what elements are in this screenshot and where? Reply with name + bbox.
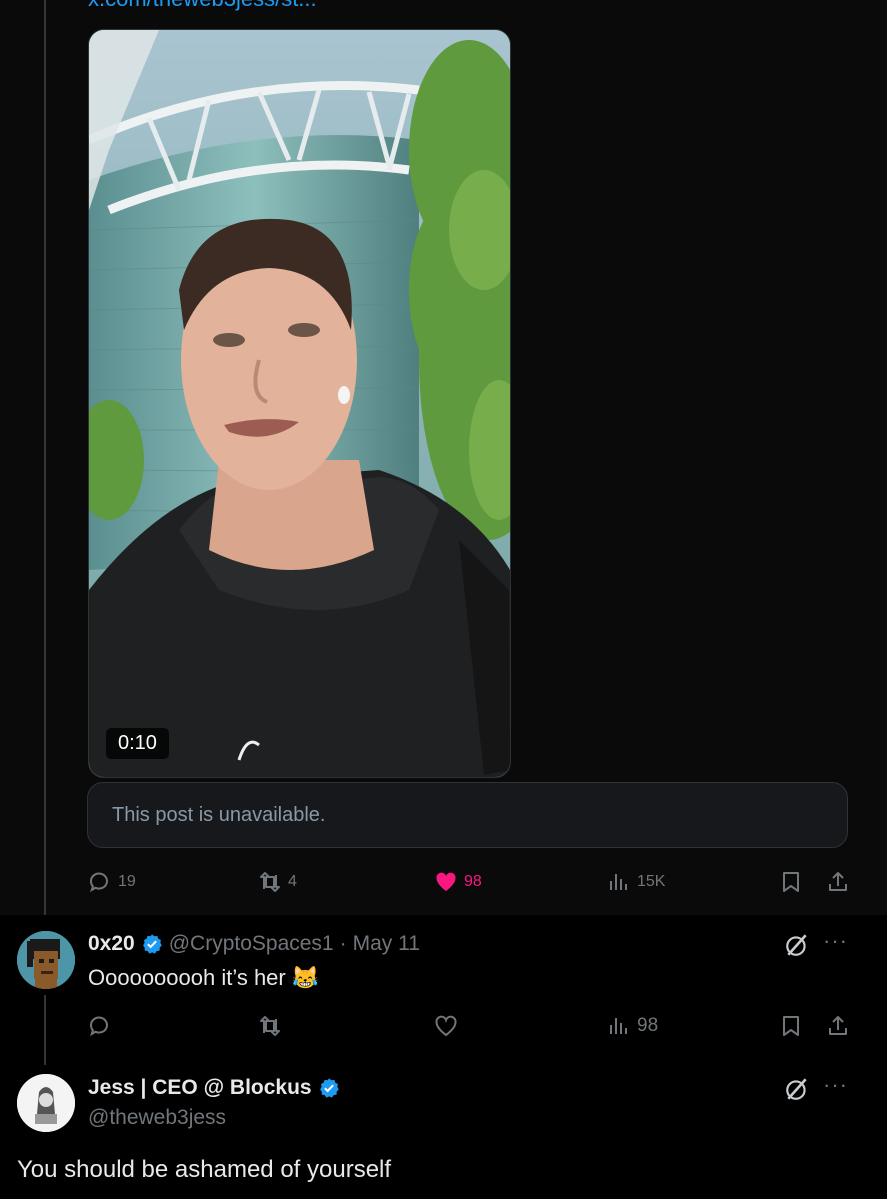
verified-icon: [142, 934, 162, 954]
views-icon: [610, 874, 627, 890]
reply-icon: [90, 1016, 108, 1037]
views-count: 15K: [637, 873, 666, 890]
reply-share-button[interactable]: [826, 1014, 850, 1038]
verified-icon: [319, 1078, 339, 1098]
quoted-post-unavailable: This post is unavailable.: [87, 782, 848, 848]
third-text: You should be ashamed of yourself: [17, 1156, 392, 1183]
sketch-avatar-image: [17, 1074, 75, 1132]
more-icon[interactable]: ···: [823, 928, 848, 954]
reply-header: 0x20 @CryptoSpaces1 · May 11: [88, 932, 420, 956]
reply-views-button[interactable]: 98: [607, 1014, 658, 1038]
like-count: 98: [464, 873, 482, 890]
repost-icon: [260, 1016, 280, 1036]
avatar-theweb3jess[interactable]: [17, 1074, 75, 1132]
views-icon: [610, 1018, 627, 1034]
reply-text: Oooooooooh it’s her: [88, 965, 286, 990]
share-icon: [829, 1016, 847, 1035]
reply-bookmark-button[interactable]: [779, 1014, 803, 1038]
video-duration: 0:10: [106, 728, 169, 759]
grok-icon[interactable]: [784, 932, 810, 958]
reply-icon: [90, 872, 108, 893]
unavailable-text: This post is unavailable.: [112, 803, 326, 826]
reply-separator: ·: [339, 932, 347, 955]
share-icon: [829, 872, 847, 891]
repost-button[interactable]: 4: [258, 870, 297, 894]
reply-button[interactable]: 19: [88, 870, 136, 894]
share-button[interactable]: [826, 870, 850, 894]
reply-text-row: Oooooooooh it’s her 😹: [88, 965, 319, 991]
thread-line-upper: [44, 0, 46, 915]
like-button[interactable]: 98: [434, 870, 482, 894]
more-icon[interactable]: ···: [823, 1072, 848, 1098]
repost-icon: [260, 872, 280, 892]
laughing-cat-emoji: 😹: [291, 965, 320, 990]
reply-display-name[interactable]: 0x20: [88, 932, 135, 956]
reply-count: 19: [118, 873, 136, 890]
reply-handle[interactable]: @CryptoSpaces1: [169, 932, 334, 956]
heart-icon: [436, 872, 456, 891]
video-player[interactable]: 0:10: [88, 29, 511, 778]
post-link[interactable]: x.com/theweb3jess/st...: [88, 0, 317, 12]
reply-like-button[interactable]: [434, 1014, 458, 1038]
reply-reply-button[interactable]: [88, 1014, 112, 1038]
bookmark-icon: [783, 1016, 799, 1036]
avatar-0x20[interactable]: [17, 931, 75, 989]
views-button[interactable]: 15K: [607, 870, 665, 894]
grok-icon[interactable]: [784, 1076, 810, 1102]
bookmark-button[interactable]: [779, 870, 803, 894]
video-frame: [89, 30, 510, 777]
third-handle[interactable]: @theweb3jess: [88, 1106, 226, 1130]
repost-count: 4: [288, 873, 297, 890]
third-header: Jess | CEO @ Blockus: [88, 1076, 340, 1100]
third-display-name[interactable]: Jess | CEO @ Blockus: [88, 1076, 312, 1100]
bookmark-icon: [783, 872, 799, 892]
heart-icon: [435, 1015, 457, 1037]
reply-views-count: 98: [637, 1015, 659, 1036]
reply-date[interactable]: May 11: [353, 932, 420, 956]
thread-line-lower: [44, 995, 46, 1065]
punk-avatar-image: [17, 931, 75, 989]
reply-repost-button[interactable]: [258, 1014, 282, 1038]
